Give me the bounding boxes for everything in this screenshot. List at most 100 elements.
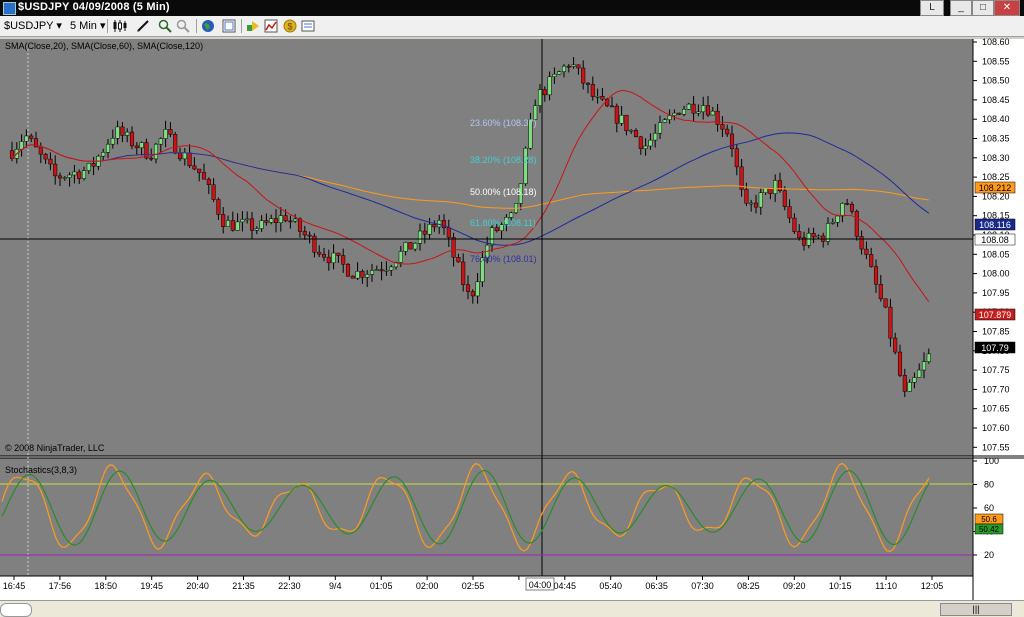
bear-candle <box>633 130 639 138</box>
y-tick-label: 108.25 <box>982 172 1010 182</box>
tag-sma20: 107.879 <box>979 310 1012 320</box>
y-tick-label: 107.55 <box>982 442 1010 452</box>
cursor-time-tag: 04:00 <box>529 580 552 590</box>
bull-candle <box>19 141 24 150</box>
bear-candle <box>864 248 869 255</box>
bear-candle <box>149 157 154 160</box>
bull-candle <box>835 215 840 223</box>
bear-candle <box>177 153 183 160</box>
bull-candle <box>749 202 754 205</box>
bear-candle <box>317 251 322 255</box>
bear-candle <box>725 128 730 135</box>
bear-candle <box>264 220 269 223</box>
bear-candle <box>705 105 711 116</box>
chart-canvas[interactable]: 108.60 108.55 108.50 108.45 108.40 108.35 108.… <box>0 37 1024 600</box>
minimize-button[interactable]: _ <box>950 0 972 16</box>
bear-candle <box>859 236 864 250</box>
bull-candle <box>384 269 389 272</box>
maximize-button[interactable]: □ <box>972 0 994 16</box>
data-box-icon[interactable] <box>301 19 315 33</box>
bear-candle <box>249 218 255 231</box>
bull-candle <box>240 219 245 223</box>
bull-candle <box>773 180 778 194</box>
strategy-icon[interactable] <box>246 19 260 33</box>
bear-candle <box>729 133 735 149</box>
bull-candle <box>398 251 403 263</box>
bear-candle <box>432 224 437 228</box>
interval-selector[interactable]: 5 Min ▾ <box>70 18 106 34</box>
bull-candle <box>907 382 912 392</box>
bull-candle <box>571 64 576 67</box>
bull-candle <box>427 224 432 235</box>
toolbar-divider <box>241 19 242 33</box>
bear-candle <box>897 351 903 376</box>
bull-candle <box>24 135 29 142</box>
x-tick-label: 20:40 <box>186 581 209 591</box>
bar-type-icon[interactable] <box>112 19 127 33</box>
globe-icon[interactable] <box>201 19 215 33</box>
y-tick-label: 108.60 <box>982 37 1010 47</box>
bear-candle <box>609 105 615 108</box>
bear-candle <box>288 220 293 223</box>
instrument-selector[interactable]: $USDJPY ▾ <box>4 18 62 34</box>
zoom-out-icon[interactable] <box>176 19 190 33</box>
bull-candle <box>105 143 111 153</box>
restore-l-button[interactable]: L <box>920 0 944 16</box>
zoom-in-icon[interactable] <box>158 19 172 33</box>
bull-candle <box>681 109 687 115</box>
toolbar-divider <box>196 19 197 33</box>
horizontal-scrollbar[interactable]: ||| <box>940 603 1012 616</box>
scroll-grip-icon: ||| <box>972 604 980 614</box>
y-tick-label: 107.65 <box>982 404 1010 414</box>
y-tick-label: 108.45 <box>982 95 1010 105</box>
indicator-icon[interactable] <box>264 19 278 33</box>
close-button[interactable]: ✕ <box>994 0 1020 16</box>
bull-candle <box>254 228 259 231</box>
x-tick-label: 16:45 <box>3 581 26 591</box>
bear-candle <box>782 190 787 207</box>
bull-candle <box>672 112 677 116</box>
coin-icon[interactable]: $ <box>283 19 297 33</box>
x-tick-label: 21:35 <box>232 581 255 591</box>
x-tick-label: 02:55 <box>462 581 485 591</box>
stoch-tick-label: 20 <box>984 550 994 560</box>
bull-candle <box>917 369 922 378</box>
bull-candle <box>648 139 653 147</box>
fib-level-76: 76.40% (108.01) <box>470 254 537 264</box>
bull-candle <box>389 266 394 271</box>
y-tick-label: 107.60 <box>982 423 1010 433</box>
bull-candle <box>830 222 835 224</box>
bear-candle <box>216 199 221 215</box>
bear-candle <box>29 135 34 139</box>
bear-candle <box>845 203 850 205</box>
y-tick-label: 107.70 <box>982 384 1010 394</box>
bear-candle <box>197 168 202 173</box>
properties-icon[interactable] <box>222 19 236 33</box>
chart-tab-button[interactable] <box>0 603 32 617</box>
tag-crosshair: 108.08 <box>981 235 1009 245</box>
fib-level-23: 23.60% (108.37) <box>470 118 537 128</box>
bear-candle <box>753 202 759 208</box>
x-tick-label: 10:15 <box>829 581 852 591</box>
bull-candle <box>110 138 115 145</box>
y-tick-label: 108.00 <box>982 269 1010 279</box>
chart-toolbar: $USDJPY ▾ 5 Min ▾ $ <box>0 16 1024 37</box>
bull-candle <box>710 110 715 116</box>
x-tick-label: 06:35 <box>645 581 668 591</box>
bear-candle <box>600 96 605 100</box>
tag-last-price: 107.79 <box>981 343 1009 353</box>
bull-candle <box>643 145 648 149</box>
drawing-tool-icon[interactable] <box>136 19 150 33</box>
interval-label: 5 Min <box>70 20 97 32</box>
bull-candle <box>653 132 658 141</box>
bull-candle <box>403 242 408 252</box>
bull-candle <box>662 119 667 123</box>
bear-candle <box>768 187 773 194</box>
bull-candle <box>686 103 691 110</box>
x-tick-label: 09:20 <box>783 581 806 591</box>
tag-sma60: 108.116 <box>979 220 1011 230</box>
bear-candle <box>792 217 797 232</box>
chevron-down-icon: ▾ <box>99 20 106 32</box>
bear-candle <box>849 204 855 212</box>
bear-candle <box>360 271 365 278</box>
